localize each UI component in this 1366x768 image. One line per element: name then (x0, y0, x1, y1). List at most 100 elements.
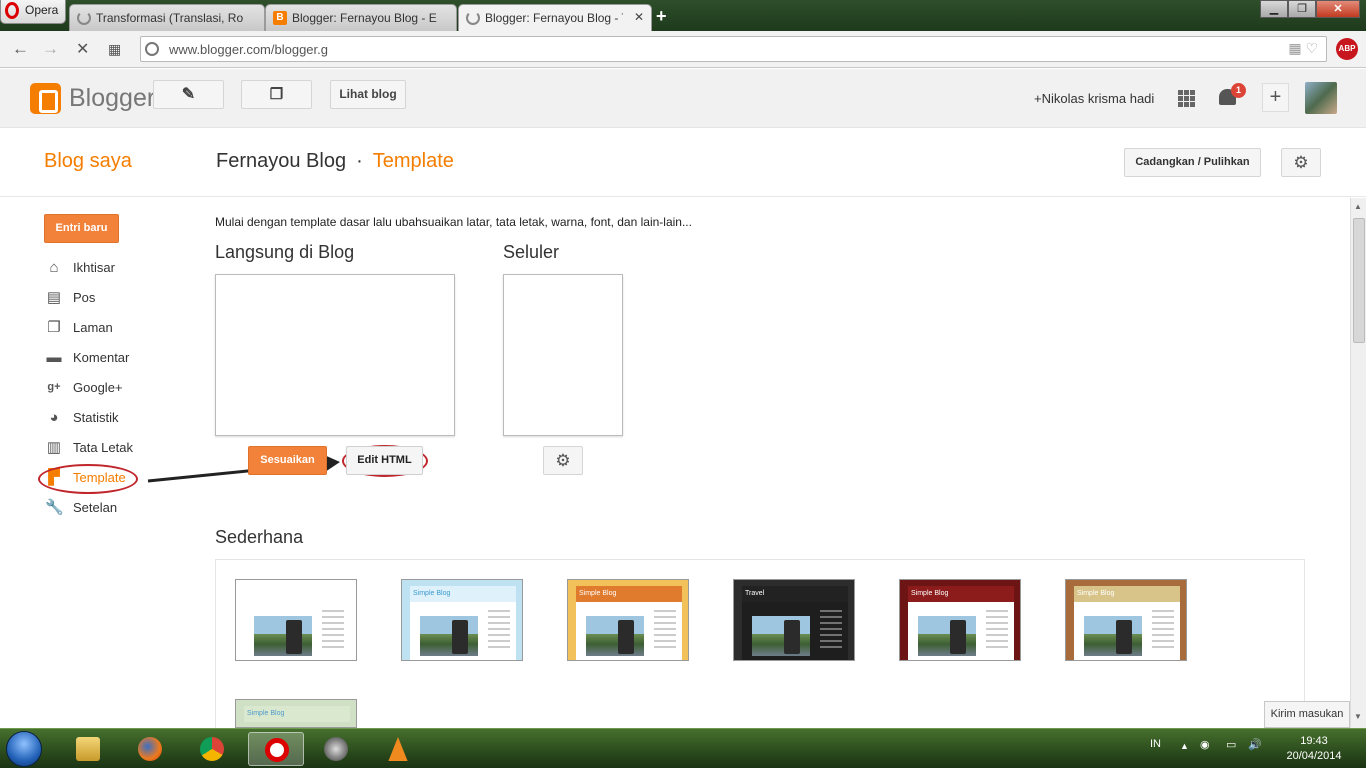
theme-thumbnail[interactable]: Simple Blog (567, 579, 689, 661)
loading-spinner-icon (466, 11, 480, 25)
back-arrow-icon[interactable]: ← (12, 39, 29, 59)
theme-thumbnail[interactable]: Simple Blog (1065, 579, 1187, 661)
volume-icon[interactable]: 🔊 (1248, 738, 1262, 751)
new-post-pencil-button[interactable]: ✎ (153, 80, 224, 109)
close-tab-icon[interactable]: ✕ (634, 10, 644, 24)
opera-menu-button[interactable]: Opera (0, 0, 66, 24)
url-field[interactable]: www.blogger.com/blogger.g ▦ ♡ (140, 36, 1327, 62)
stop-loading-icon[interactable]: ✕ (76, 39, 89, 59)
layout-icon: ▥ (46, 439, 62, 456)
edit-html-button[interactable]: Edit HTML (346, 446, 423, 475)
taskbar-vlc[interactable] (376, 732, 420, 766)
bookmark-heart-icon[interactable]: ▦ ♡ (1288, 40, 1318, 57)
view-blog-button[interactable]: Lihat blog (330, 80, 406, 109)
close-window-button[interactable]: ✕ (1316, 0, 1360, 18)
section-name: Template (372, 150, 454, 172)
title-separator: · (356, 150, 363, 172)
taskbar-chrome[interactable] (190, 732, 234, 766)
tab-blogger-template[interactable]: Blogger: Fernayou Blog - T ✕ (458, 4, 652, 31)
theme-preview-image-detail (452, 620, 468, 654)
taskbar-app[interactable] (314, 732, 358, 766)
system-clock[interactable]: 19:43 20/04/2014 (1282, 734, 1346, 764)
page-title: Fernayou Blog · Template (216, 150, 454, 173)
my-blogs-link[interactable]: Blog saya (44, 150, 132, 173)
theme-preview-sidebar (654, 610, 676, 650)
taskbar-opera[interactable] (248, 732, 304, 766)
start-button[interactable] (6, 731, 42, 767)
blogger-brand[interactable]: Blogger (69, 84, 155, 113)
clock-date: 20/04/2014 (1286, 750, 1342, 762)
theme-thumbnail[interactable] (235, 579, 357, 661)
backup-restore-button[interactable]: Cadangkan / Pulihkan (1124, 148, 1261, 177)
theme-thumbnail[interactable]: Simple Blog (899, 579, 1021, 661)
live-blog-preview[interactable] (215, 274, 455, 436)
scrollbar-thumb[interactable] (1353, 218, 1365, 343)
theme-thumbnail[interactable]: Simple Blog (401, 579, 523, 661)
tab-transformasi[interactable]: Transformasi (Translasi, Ro (69, 4, 265, 31)
globe-icon (145, 42, 159, 56)
firefox-icon (138, 737, 162, 761)
apps-grid-icon[interactable] (1178, 90, 1195, 107)
new-post-button[interactable]: Entri baru (44, 214, 119, 243)
taskbar-firefox[interactable] (128, 732, 172, 766)
address-toolbar: ← → ✕ ▦ www.blogger.com/blogger.g ▦ ♡ AB… (0, 31, 1366, 68)
template-intro-text: Mulai dengan template dasar lalu ubahsua… (215, 215, 692, 229)
theme-preview-photo (752, 616, 810, 656)
theme-title: Simple Blog (1074, 586, 1180, 602)
annotation-oval-template (38, 464, 138, 494)
windows-taskbar: IN ▲ ◉ ▭ 🔊 19:43 20/04/2014 (0, 728, 1366, 768)
customize-button[interactable]: Sesuaikan (248, 446, 327, 475)
sidebar-item-label: Statistik (73, 410, 119, 425)
blogger-logo-icon[interactable] (30, 83, 61, 114)
security-tray-icon[interactable]: ◉ (1200, 738, 1210, 751)
blogger-header: Blogger ✎ ❐ Lihat blog +Nikolas krisma h… (0, 69, 1366, 128)
theme-preview-body (742, 602, 848, 660)
forward-arrow-icon[interactable]: → (42, 39, 59, 59)
sidebar-item-label: Ikhtisar (73, 260, 115, 275)
theme-preview-sidebar (488, 610, 510, 650)
blog-name[interactable]: Fernayou Blog (216, 150, 346, 172)
theme-preview-sidebar (986, 610, 1008, 650)
theme-thumbnail[interactable]: Travel (733, 579, 855, 661)
url-text: www.blogger.com/blogger.g (169, 42, 328, 57)
maximize-button[interactable]: ❐ (1288, 0, 1316, 18)
tab-blogger-edit[interactable]: B Blogger: Fernayou Blog - E (265, 4, 457, 31)
posts-list-button[interactable]: ❐ (241, 80, 312, 109)
comment-icon: ▬ (46, 349, 62, 366)
taskbar-explorer[interactable] (66, 732, 110, 766)
vertical-scrollbar[interactable]: ▲ ▼ (1350, 198, 1366, 728)
scroll-up-arrow-icon[interactable]: ▲ (1354, 202, 1362, 211)
theme-preview-sidebar (322, 610, 344, 650)
vlc-cone-icon (388, 737, 408, 761)
mobile-preview[interactable] (503, 274, 623, 436)
theme-thumbnail[interactable]: Simple Blog (235, 699, 357, 728)
theme-preview-image-detail (618, 620, 634, 654)
show-hidden-icons-icon[interactable]: ▲ (1180, 741, 1189, 751)
minimize-button[interactable]: ▁ (1260, 0, 1288, 18)
wrench-icon: 🔧 (45, 499, 64, 516)
mobile-settings-button[interactable]: ⚙ (543, 446, 583, 475)
scroll-down-arrow-icon[interactable]: ▼ (1354, 712, 1362, 721)
theme-preview-body (1074, 602, 1180, 660)
opera-menu-label: Opera (25, 3, 59, 17)
adblock-icon[interactable]: ABP (1336, 38, 1358, 60)
theme-preview-body (908, 602, 1014, 660)
live-on-blog-heading: Langsung di Blog (215, 242, 355, 262)
gear-icon: ⚙ (1293, 153, 1309, 172)
sidebar-item-label: Google+ (73, 380, 123, 395)
tab-label: Blogger: Fernayou Blog - E (292, 11, 437, 25)
avatar[interactable] (1305, 82, 1337, 114)
settings-gear-button[interactable]: ⚙ (1281, 148, 1321, 177)
sidebar-item-label: Pos (73, 290, 96, 305)
speed-dial-grid-icon[interactable]: ▦ (108, 41, 121, 58)
share-plus-button[interactable]: + (1262, 83, 1289, 112)
network-icon[interactable]: ▭ (1226, 738, 1236, 751)
browser-tab-bar: Opera Transformasi (Translasi, Ro B Blog… (0, 0, 1366, 31)
send-feedback-button[interactable]: Kirim masukan (1264, 701, 1350, 728)
loading-spinner-icon (77, 11, 91, 25)
new-tab-button[interactable]: + (656, 6, 667, 27)
language-indicator[interactable]: IN (1150, 738, 1161, 750)
theme-preview-image-detail (286, 620, 302, 654)
user-name-link[interactable]: +Nikolas krisma hadi (1034, 91, 1154, 106)
folder-icon (76, 737, 100, 761)
